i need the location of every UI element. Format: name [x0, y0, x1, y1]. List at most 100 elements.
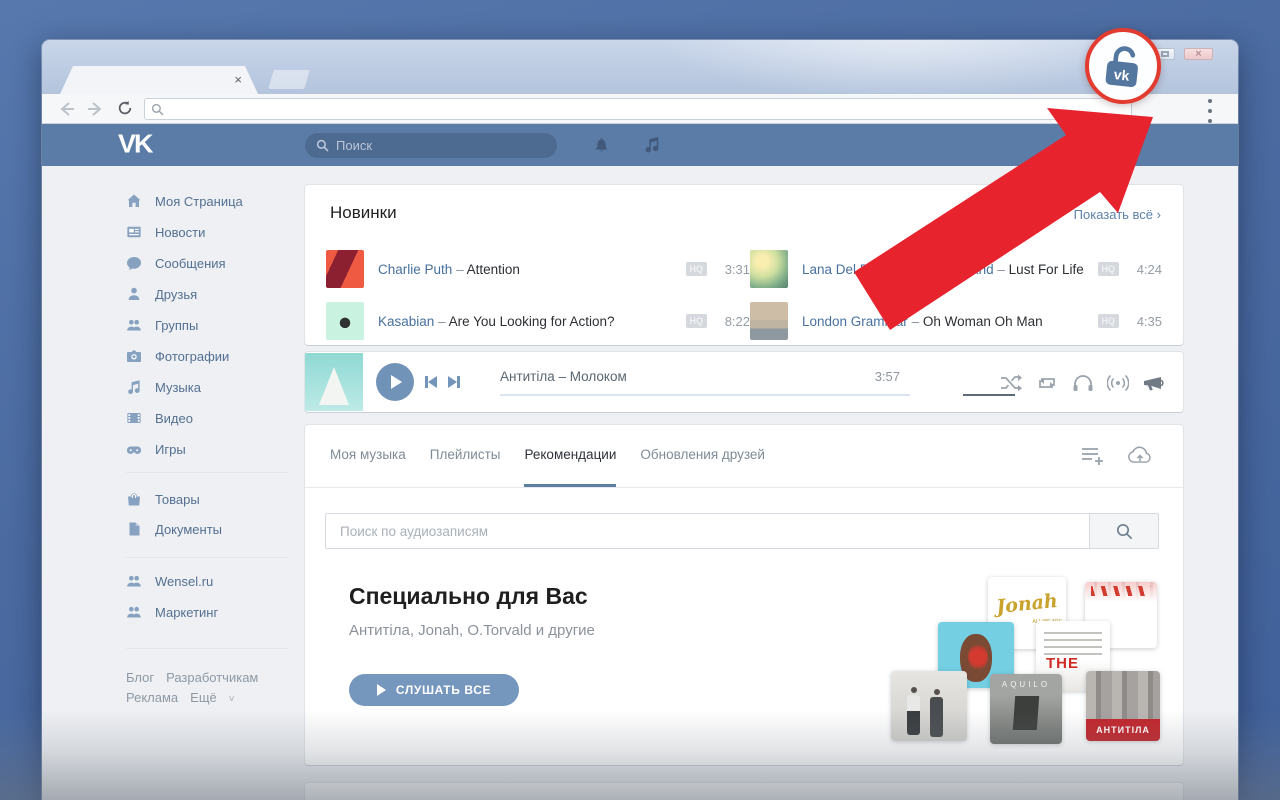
song-title: Lust For Life: [1008, 261, 1084, 277]
next-section-card: [305, 783, 1183, 800]
footer-link-ads[interactable]: Реклама: [126, 690, 178, 705]
song-artist-link[interactable]: London Grammar: [802, 314, 908, 329]
song-row[interactable]: London Grammar – Oh Woman Oh Man HQ 4:35: [750, 300, 1162, 342]
community-icon: [127, 575, 141, 587]
messages-icon: [127, 257, 141, 270]
player-track-title[interactable]: Антитіла – Молоком: [500, 369, 627, 384]
tab-playlists[interactable]: Плейлисты: [430, 425, 501, 487]
album-cover-lust-for-life[interactable]: [750, 250, 788, 288]
sidebar-item-messages[interactable]: Сообщения 2: [126, 248, 364, 278]
sidebar-footer: Блог Разработчикам Реклама Ещё ˅: [126, 668, 316, 710]
repeat-icon[interactable]: [1036, 373, 1058, 393]
vk-header: VK Поиск: [42, 124, 1238, 166]
song-row[interactable]: Lana Del Rey feat. The Weeknd – Lust For…: [750, 248, 1162, 290]
sidebar-item-news[interactable]: Новости: [126, 217, 326, 247]
tabs-divider: [305, 487, 1183, 488]
notifications-bell-icon[interactable]: [593, 136, 610, 154]
song-title: Are You Looking for Action?: [448, 313, 615, 329]
album-cover-for-action[interactable]: [326, 302, 364, 340]
sidebar-item-market[interactable]: Товары 4: [126, 484, 364, 514]
news-icon: [127, 226, 141, 238]
sidebar-item-games[interactable]: Игры: [126, 434, 326, 464]
browser-toolbar: [42, 94, 1238, 124]
tab-friends-updates[interactable]: Обновления друзей: [640, 425, 765, 487]
song-row[interactable]: Kasabian – Are You Looking for Action? H…: [326, 300, 750, 342]
show-all-link[interactable]: Показать всё ›: [1074, 207, 1161, 222]
sidebar-item-community-wensel[interactable]: Wensel.ru: [126, 566, 326, 596]
listen-all-button[interactable]: СЛУШАТЬ ВСЕ: [349, 674, 519, 706]
play-icon: [376, 684, 386, 696]
community-icon: [127, 606, 141, 618]
volume-slider[interactable]: [963, 394, 1015, 396]
forward-icon[interactable]: [86, 101, 104, 117]
song-row[interactable]: Charlie Puth – Attention HQ 3:31: [326, 248, 750, 290]
new-tab-button[interactable]: [268, 70, 310, 89]
browser-window: × × VK Поиск Моя Страница Новости Сообще…: [42, 40, 1238, 800]
shuffle-icon[interactable]: [1000, 373, 1022, 393]
address-bar[interactable]: [144, 98, 1132, 120]
hq-badge: HQ: [1097, 314, 1119, 328]
album-cover-oh-woman[interactable]: [750, 302, 788, 340]
audio-search-button[interactable]: [1090, 513, 1159, 549]
audio-search-input[interactable]: [325, 513, 1090, 549]
tab-recommendations[interactable]: Рекомендации: [524, 425, 617, 487]
sidebar-item-groups[interactable]: Группы 1: [126, 310, 364, 340]
reload-icon[interactable]: [116, 100, 134, 116]
song-duration: 8:22: [724, 313, 750, 329]
header-music-icon[interactable]: [643, 135, 661, 154]
sidebar-item-my-page[interactable]: Моя Страница: [126, 186, 326, 216]
megaphone-icon[interactable]: [1142, 373, 1164, 393]
browser-tab[interactable]: ×: [60, 66, 258, 94]
player-time: 3:57: [874, 369, 900, 384]
hq-badge: HQ: [1097, 262, 1119, 276]
song-duration: 4:24: [1136, 261, 1162, 277]
more-chevron-icon: ˅: [228, 694, 235, 705]
browser-title-bar: × ×: [42, 40, 1238, 94]
sidebar-item-music[interactable]: Музыка: [126, 372, 326, 402]
sidebar-item-friends[interactable]: Друзья: [126, 279, 326, 309]
tab-close-icon[interactable]: ×: [234, 72, 242, 87]
footer-link-more[interactable]: Ещё: [190, 690, 217, 705]
next-track-icon[interactable]: [448, 376, 460, 388]
sidebar-divider: [126, 472, 289, 473]
window-close-button[interactable]: ×: [1184, 48, 1213, 60]
games-icon: [127, 446, 141, 454]
address-input[interactable]: [164, 100, 1131, 118]
progress-bar[interactable]: [500, 394, 910, 396]
song-duration: 3:31: [724, 261, 750, 277]
broadcast-icon[interactable]: [1107, 373, 1129, 393]
add-playlist-icon[interactable]: [1080, 445, 1106, 467]
sidebar-item-video[interactable]: Видео: [126, 403, 326, 433]
search-icon: [316, 139, 329, 152]
sidebar-item-community-marketing[interactable]: Маркетинг: [126, 597, 326, 627]
open-lock-vk-icon: vk: [1105, 46, 1138, 87]
song-artist-link[interactable]: Lana Del Rey feat. The Weeknd: [802, 262, 994, 277]
header-search-placeholder: Поиск: [336, 138, 373, 153]
header-search-input[interactable]: Поиск: [305, 133, 557, 158]
headphones-icon[interactable]: [1072, 373, 1094, 393]
video-icon: [127, 413, 141, 423]
upload-cloud-icon[interactable]: [1127, 445, 1153, 467]
friends-icon: [128, 287, 140, 300]
documents-icon: [129, 522, 140, 536]
vk-extension-icon[interactable]: vk: [1085, 28, 1161, 104]
song-artist-link[interactable]: Kasabian: [378, 314, 434, 329]
tab-my-music[interactable]: Моя музыка: [330, 425, 406, 487]
sidebar-divider: [126, 557, 289, 558]
back-icon[interactable]: [58, 101, 76, 117]
sidebar-item-photos[interactable]: Фотографии: [126, 341, 326, 371]
previous-track-icon[interactable]: [425, 376, 437, 388]
music-section-card: Моя музыка Плейлисты Рекомендации Обновл…: [305, 425, 1183, 765]
home-icon: [127, 194, 141, 207]
song-artist-link[interactable]: Charlie Puth: [378, 262, 452, 277]
album-cover-attention[interactable]: [326, 250, 364, 288]
recommended-subtitle: Антитіла, Jonah, O.Torvald и другие: [349, 622, 595, 639]
music-tabs: Моя музыка Плейлисты Рекомендации Обновл…: [330, 425, 765, 487]
player-bar: Антитіла – Молоком 3:57: [305, 352, 1183, 412]
vk-logo[interactable]: VK: [118, 125, 153, 165]
sidebar-item-documents[interactable]: Документы: [126, 514, 326, 544]
play-button[interactable]: [376, 363, 414, 401]
footer-link-developers[interactable]: Разработчикам: [166, 670, 258, 685]
footer-link-blog[interactable]: Блог: [126, 670, 154, 685]
song-title: Oh Woman Oh Man: [922, 313, 1043, 329]
